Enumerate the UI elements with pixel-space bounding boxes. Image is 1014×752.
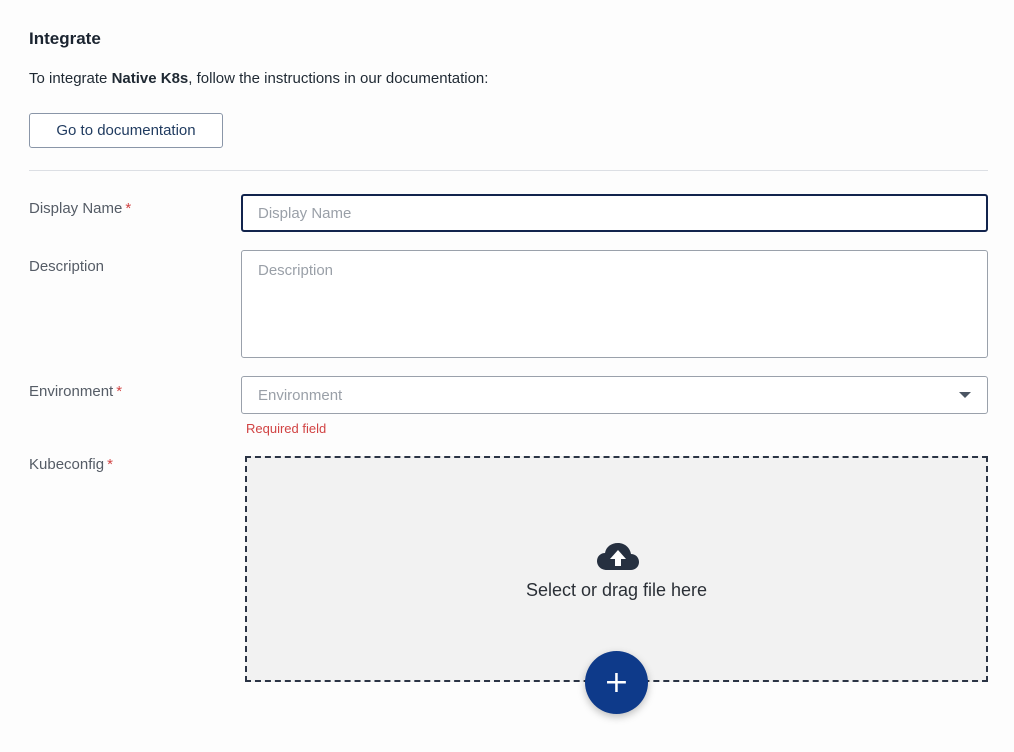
required-asterisk: * xyxy=(116,383,123,400)
required-asterisk: * xyxy=(107,456,113,473)
display-name-input[interactable] xyxy=(241,194,988,232)
environment-label-text: Environment xyxy=(29,383,114,400)
chevron-down-icon xyxy=(959,392,971,398)
display-name-label-text: Display Name xyxy=(29,200,123,217)
go-to-documentation-button[interactable]: Go to documentation xyxy=(29,113,223,148)
description-label: Description xyxy=(29,258,105,275)
intro-prefix: To integrate xyxy=(29,70,112,87)
dropzone-text: Select or drag file here xyxy=(525,580,708,600)
kubeconfig-label-text: Kubeconfig xyxy=(29,456,105,473)
environment-placeholder: Environment xyxy=(258,387,343,404)
intro-suffix: , follow the instructions in our documen… xyxy=(188,70,489,87)
cloud-upload-icon xyxy=(597,543,639,570)
required-asterisk: * xyxy=(125,200,132,217)
section-title: Integrate xyxy=(29,29,101,48)
environment-select[interactable]: Environment xyxy=(241,376,988,414)
integration-intro: To integrate Native K8s, follow the inst… xyxy=(29,70,488,87)
display-name-label: Display Name * xyxy=(29,200,131,217)
add-file-button[interactable]: + xyxy=(585,651,648,714)
divider xyxy=(29,170,988,171)
environment-label: Environment * xyxy=(29,383,122,400)
environment-error-message: Required field xyxy=(246,421,327,436)
description-textarea[interactable] xyxy=(241,250,988,358)
kubeconfig-label: Kubeconfig * xyxy=(29,456,113,473)
integration-name: Native K8s xyxy=(111,70,189,87)
kubeconfig-dropzone[interactable]: Select or drag file here xyxy=(245,456,988,682)
